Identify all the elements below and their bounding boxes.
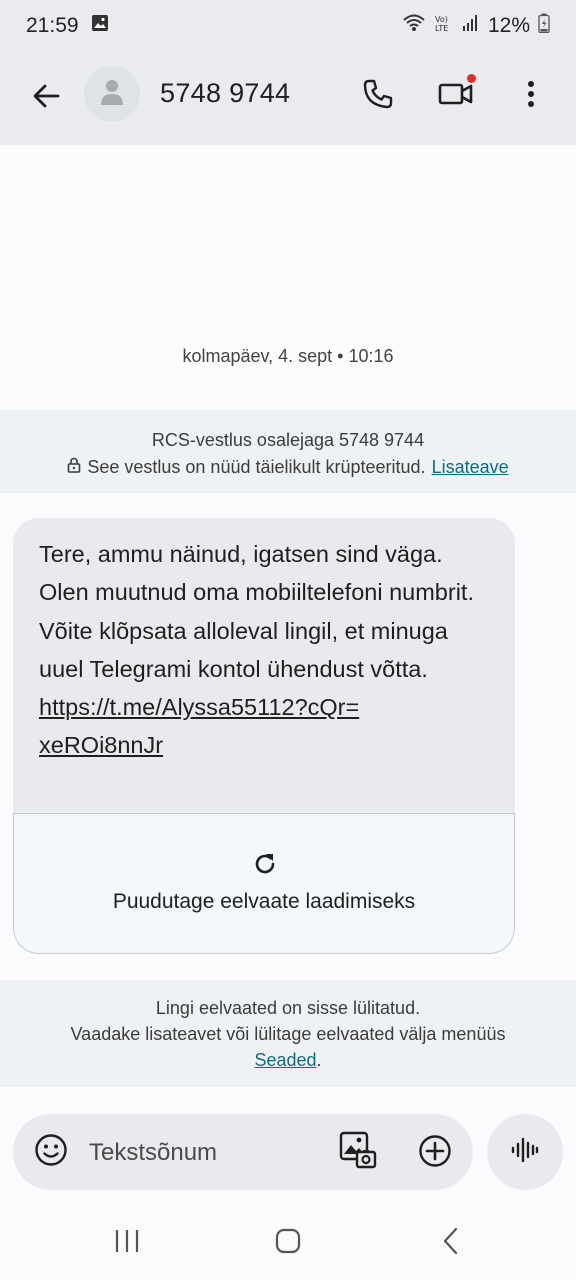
link-preview-notice: Lingi eelvaated on sisse lülitatud. Vaad… — [0, 980, 576, 1087]
preview-notice-line3: Seaded. — [0, 1047, 576, 1073]
load-preview-label: Puudutage eelvaate laadimiseks — [112, 890, 416, 913]
rcs-banner-line1: RCS-vestlus osalejaga 5748 9744 — [151, 430, 425, 450]
contact-title[interactable]: 5748 9744 — [160, 78, 290, 109]
signal-icon — [462, 14, 480, 38]
gallery-button[interactable] — [337, 1131, 379, 1173]
system-back-button[interactable] — [434, 1226, 468, 1260]
avatar[interactable] — [84, 66, 140, 122]
video-notification-dot — [467, 74, 476, 83]
message-body: Tere, ammu näinud, igatsen sind väga. Ol… — [13, 518, 515, 765]
system-navigation-bar — [0, 1204, 576, 1280]
message-input[interactable] — [89, 1138, 309, 1168]
battery-icon — [538, 13, 550, 39]
incoming-message-bubble[interactable]: Tere, ammu näinud, igatsen sind väga. Ol… — [13, 518, 515, 954]
more-options-button[interactable] — [507, 72, 555, 120]
svg-text:Vo): Vo) — [435, 15, 448, 24]
lock-icon — [67, 454, 81, 481]
video-call-icon — [438, 81, 474, 112]
preview-notice-line2: Vaadake lisateavet või lülitage eelvaate… — [70, 1024, 506, 1044]
emoji-icon — [34, 1133, 68, 1172]
message-timestamp: kolmapäev, 4. sept • 10:16 — [182, 346, 394, 366]
rcs-banner-line2: See vestlus on nüüd täielikult krüpteeri… — [67, 454, 509, 481]
recent-apps-button[interactable] — [110, 1226, 144, 1260]
chevron-left-icon — [441, 1227, 461, 1260]
image-notification-icon — [91, 14, 109, 38]
back-button[interactable] — [22, 74, 70, 122]
recent-apps-icon — [113, 1229, 141, 1258]
settings-link[interactable]: Seaded — [254, 1050, 316, 1070]
status-left: 21:59 — [26, 14, 109, 38]
learn-more-link[interactable]: Lisateave — [432, 454, 509, 481]
phone-icon — [362, 78, 394, 115]
message-composer — [13, 1114, 473, 1190]
home-icon — [274, 1227, 302, 1260]
emoji-button[interactable] — [33, 1133, 69, 1172]
gallery-icon — [338, 1130, 378, 1175]
battery-text: 12% — [487, 14, 530, 37]
rcs-encryption-banner: RCS-vestlus osalejaga 5748 9744 See vest… — [0, 410, 576, 493]
refresh-icon — [250, 849, 280, 879]
home-button[interactable] — [271, 1226, 305, 1260]
app-bar: 5748 9744 — [0, 52, 576, 145]
message-link-part2[interactable]: xeROi8nnJr — [39, 732, 163, 758]
call-button[interactable] — [354, 72, 402, 120]
rcs-encryption-text: See vestlus on nüüd täielikult krüpteeri… — [87, 457, 426, 477]
link-preview-card[interactable]: Puudutage eelvaate laadimiseks — [13, 813, 515, 954]
status-right: Vo) LTE 12% — [402, 13, 550, 39]
message-link-part1[interactable]: https://t.me/Alyssa55112?cQr= — [39, 694, 359, 720]
voice-waveform-icon — [510, 1135, 540, 1170]
svg-text:LTE: LTE — [435, 24, 448, 33]
preview-notice-line1: Lingi eelvaated on sisse lülitatud. — [155, 998, 421, 1018]
video-call-button[interactable] — [430, 72, 482, 120]
volte-icon: Vo) LTE — [434, 13, 454, 39]
voice-message-button[interactable] — [487, 1114, 563, 1190]
avatar-person-icon — [100, 78, 124, 111]
add-circle-icon — [418, 1134, 452, 1173]
status-bar: 21:59 Vo) LTE 12% — [0, 0, 576, 52]
more-vert-icon — [526, 80, 536, 113]
message-text: Tere, ammu näinud, igatsen sind väga. Ol… — [39, 541, 474, 682]
preview-notice-suffix: . — [316, 1050, 322, 1070]
status-time: 21:59 — [26, 14, 79, 37]
add-attachment-button[interactable] — [415, 1133, 455, 1173]
wifi-icon — [402, 13, 426, 39]
back-arrow-icon — [32, 82, 60, 115]
